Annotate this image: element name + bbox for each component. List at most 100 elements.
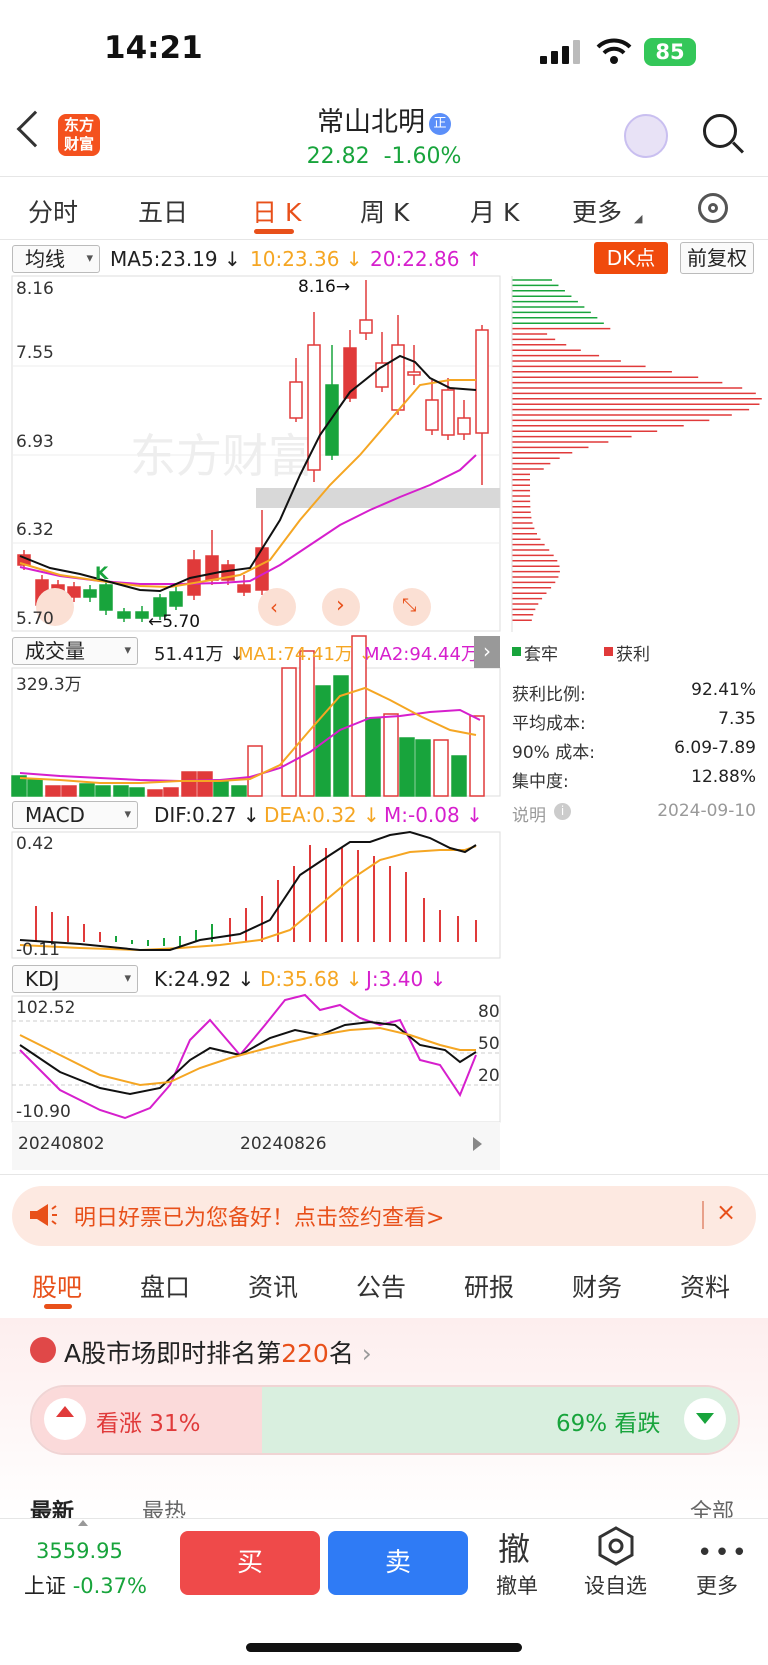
- stat-value: 92.41%: [691, 680, 756, 700]
- volume-max-label: 329.3万: [16, 675, 82, 695]
- cancel-order-label[interactable]: 撤单: [496, 1570, 538, 1600]
- chip-note-link[interactable]: 说明: [512, 801, 546, 826]
- y-label: 6.32: [16, 520, 54, 540]
- candle-body: [99, 584, 113, 611]
- market-rank[interactable]: A股市场即时排名第220名 ›: [64, 1334, 372, 1370]
- vote-up-button[interactable]: [44, 1398, 86, 1440]
- macd-dea: DEA:0.32 ↓: [264, 803, 380, 827]
- close-icon[interactable]: ×: [716, 1198, 736, 1226]
- candle-body: [205, 555, 219, 581]
- tab-profile[interactable]: 资料: [680, 1268, 730, 1304]
- kdj-k: K:24.92 ↓: [154, 967, 255, 991]
- candle-body: [343, 347, 357, 399]
- banner-text[interactable]: 明日好票已为您备好！点击签约查看>: [74, 1200, 444, 1232]
- y-label: 6.93: [16, 432, 54, 452]
- stat-value: 12.88%: [691, 767, 756, 787]
- volume-bar: [281, 667, 297, 797]
- high-marker: 8.16→: [298, 277, 351, 297]
- candle-body: [135, 611, 149, 619]
- macd-dif: DIF:0.27 ↓: [154, 803, 260, 827]
- kdj-top-label: 102.52: [16, 998, 76, 1018]
- dea-line: [19, 845, 477, 952]
- kdj-k-line: [19, 1020, 477, 1096]
- add-watchlist-icon[interactable]: [596, 1526, 636, 1566]
- index-name: 上证: [24, 1574, 66, 1598]
- chip-date: 2024-09-10: [657, 801, 756, 821]
- candle-body: [407, 371, 421, 376]
- buy-button[interactable]: 买: [180, 1531, 320, 1595]
- volume-bar: [315, 685, 331, 797]
- home-indicator: [246, 1643, 522, 1652]
- more-dots-icon[interactable]: •••: [697, 1538, 749, 1568]
- candle-body: [289, 381, 303, 419]
- volume-bar: [181, 771, 197, 797]
- candle-body: [391, 344, 405, 411]
- kline-chart-area[interactable]: 东方财富: [0, 0, 768, 1175]
- candle-body: [425, 399, 439, 431]
- macd-top-label: 0.42: [16, 834, 54, 854]
- volume-bar: [213, 779, 229, 797]
- candle-body: [441, 389, 455, 436]
- stat-label: 获利比例:: [512, 685, 586, 705]
- kdj-j-line: [19, 993, 477, 1120]
- date-label: 20240826: [240, 1134, 327, 1154]
- kdj-bottom-label: -10.90: [16, 1102, 71, 1122]
- k-marker: K: [95, 564, 109, 584]
- legend-trapped: 套牢: [524, 645, 558, 665]
- volume-bar: [383, 713, 399, 797]
- volume-bar: [95, 785, 111, 797]
- more-label[interactable]: 更多: [696, 1570, 738, 1600]
- stat-label: 集中度:: [512, 772, 569, 792]
- volume-bar: [113, 785, 129, 797]
- add-watchlist-label[interactable]: 设自选: [584, 1570, 647, 1600]
- legend-profit: 获利: [616, 645, 650, 665]
- down-triangle-icon: [696, 1413, 714, 1424]
- up-triangle-icon: [56, 1406, 74, 1417]
- macd-selector[interactable]: MACD: [12, 801, 138, 829]
- volume-bar: [231, 785, 247, 797]
- y-label: 5.70: [16, 609, 54, 629]
- vote-up-label[interactable]: 看涨 31%: [96, 1404, 200, 1438]
- volume-bar: [129, 787, 145, 797]
- volume-selector[interactable]: 成交量: [12, 637, 138, 665]
- volume-bar: [247, 745, 263, 797]
- candle-body: [475, 329, 489, 434]
- rank-chart-icon: [30, 1337, 56, 1363]
- dif-line: [19, 830, 477, 951]
- legend-profit-swatch: [604, 647, 613, 656]
- tab-guba[interactable]: 股吧: [32, 1268, 82, 1304]
- candle-body: [457, 417, 471, 435]
- cancel-order-icon[interactable]: 撤: [498, 1524, 530, 1570]
- sell-button[interactable]: 卖: [328, 1531, 468, 1595]
- tab-announcement[interactable]: 公告: [356, 1268, 406, 1304]
- banner-divider: [702, 1201, 704, 1229]
- expand-arrow-icon[interactable]: ›: [474, 636, 500, 668]
- candle-body: [237, 584, 251, 593]
- active-tab-indicator: [44, 1304, 72, 1309]
- watermark: 东方财富: [130, 429, 314, 483]
- kdj-d: D:35.68 ↓: [260, 967, 363, 991]
- index-info[interactable]: 上证 -0.37%: [24, 1570, 147, 1600]
- candle-body: [169, 591, 183, 607]
- macd-bottom-label: -0.11: [16, 940, 60, 960]
- legend-trapped-swatch: [512, 647, 521, 656]
- index-value[interactable]: 3559.95: [36, 1539, 123, 1563]
- volume-bar: [415, 739, 431, 797]
- ma10-line: [19, 379, 476, 589]
- volume-bar: [147, 789, 163, 797]
- tab-news[interactable]: 资讯: [248, 1268, 298, 1304]
- fullscreen-glyph: ⤡: [402, 595, 417, 616]
- low-marker: ←5.70: [148, 612, 201, 632]
- volume-bar: [451, 755, 467, 797]
- tab-finance[interactable]: 财务: [572, 1268, 622, 1304]
- volume-bar: [27, 779, 43, 797]
- kdj-selector[interactable]: KDJ: [12, 965, 138, 993]
- tab-pankou[interactable]: 盘口: [140, 1268, 190, 1304]
- divider: [0, 1174, 768, 1175]
- chip-distribution: [512, 279, 762, 621]
- collapse-caret-icon[interactable]: [78, 1520, 88, 1526]
- volume-bar: [433, 739, 449, 797]
- tab-research[interactable]: 研报: [464, 1268, 514, 1304]
- info-icon[interactable]: i: [554, 803, 571, 820]
- vote-down-label[interactable]: 69% 看跌: [556, 1404, 660, 1438]
